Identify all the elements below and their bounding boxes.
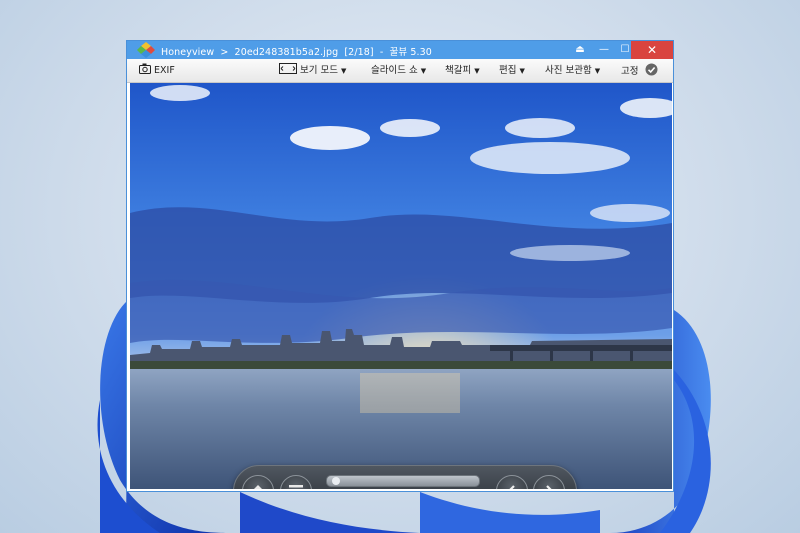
view-mode-label: 보기 모드 <box>300 65 339 76</box>
next-image-button[interactable] <box>533 475 565 489</box>
slideshow-label: 슬라이드 쇼 <box>371 65 418 76</box>
view-mode-menu[interactable]: 보기 모드 ▼ <box>279 63 346 78</box>
photo-folder-label: 사진 보관함 <box>545 65 592 76</box>
file-name: 20ed248381b5a2.jpg <box>234 47 339 58</box>
bookmark-menu[interactable]: 책갈피 ▼ <box>445 63 480 78</box>
chevron-right-icon <box>546 485 552 489</box>
title-bar: Honeyview > 20ed248381b5a2.jpg [2/18] - … <box>127 41 673 59</box>
exif-label: EXIF <box>154 65 175 76</box>
pin-toggle[interactable]: 고정 <box>621 63 658 78</box>
slideshow-menu[interactable]: 슬라이드 쇼 ▼ <box>371 63 426 78</box>
image-position-slider[interactable] <box>326 475 480 487</box>
chevron-down-icon: ▼ <box>474 67 480 75</box>
title-separator: > <box>220 47 229 58</box>
floating-control-bar: + − ↺ ↻ 고정 <box>233 465 577 489</box>
chevron-down-icon: ▼ <box>519 67 525 75</box>
window-title: Honeyview > 20ed248381b5a2.jpg [2/18] - … <box>161 44 435 58</box>
pin-label: 고정 <box>621 66 639 77</box>
chevron-down-icon: ▼ <box>420 67 427 75</box>
bookmark-label: 책갈피 <box>445 65 472 76</box>
honeyview-window: Honeyview > 20ed248381b5a2.jpg [2/18] - … <box>126 40 674 492</box>
title-dash: - <box>379 47 384 58</box>
hamburger-menu-icon <box>289 485 303 488</box>
always-on-top-button[interactable]: ⏏ <box>569 41 591 59</box>
exif-button[interactable]: EXIF <box>139 63 175 78</box>
chevron-down-icon: ▼ <box>594 67 601 75</box>
honeyview-logo-icon <box>137 42 155 58</box>
minimize-button[interactable]: — <box>593 41 615 59</box>
camera-icon <box>139 63 151 74</box>
close-button[interactable]: ✕ <box>631 41 673 59</box>
app-name: Honeyview <box>161 47 215 58</box>
menu-button[interactable] <box>280 475 312 489</box>
image-viewport[interactable]: + − ↺ ↻ 고정 <box>130 83 672 489</box>
open-file-button[interactable] <box>242 475 274 489</box>
toolbar: EXIF 보기 모드 ▼ 슬라이드 쇼 ▼ 책갈피 ▼ 편집 ▼ 사진 보관함 ▼ 고정 <box>127 59 673 83</box>
edit-menu[interactable]: 편집 ▼ <box>499 63 525 78</box>
check-circle-icon <box>645 63 658 76</box>
chevron-left-icon <box>509 485 515 489</box>
fit-screen-icon <box>279 63 297 74</box>
previous-image-button[interactable] <box>496 475 528 489</box>
page-info: [2/18] <box>344 47 374 58</box>
displayed-photo <box>130 83 672 489</box>
photo-folder-menu[interactable]: 사진 보관함 ▼ <box>545 63 600 78</box>
chevron-down-icon: ▼ <box>341 67 347 75</box>
slider-thumb[interactable] <box>331 477 340 485</box>
eject-icon <box>254 485 262 489</box>
app-version: 꿀뷰 5.30 <box>389 47 432 58</box>
edit-label: 편집 <box>499 65 517 76</box>
